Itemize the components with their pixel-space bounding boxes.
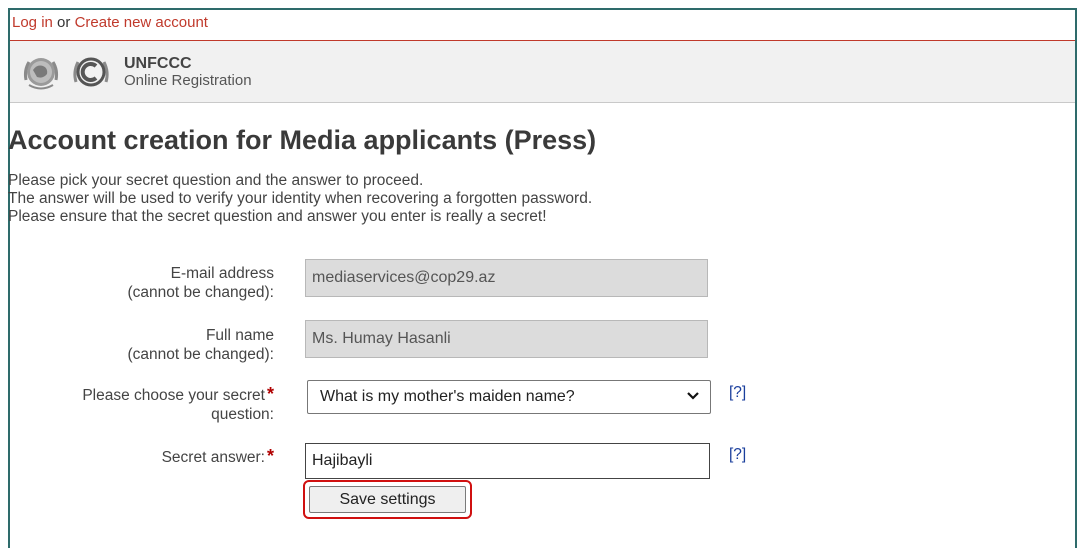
brand-header: UNFCCC Online Registration bbox=[10, 41, 1075, 103]
secret-question-value: What is my mother's maiden name? bbox=[320, 388, 575, 405]
email-label-line2: (cannot be changed): bbox=[127, 284, 275, 301]
question-help-link[interactable]: [?] bbox=[729, 384, 746, 402]
email-field[interactable]: mediaservices@cop29.az bbox=[305, 259, 708, 297]
chevron-down-icon bbox=[687, 392, 699, 400]
required-asterisk: * bbox=[266, 384, 274, 404]
fullname-field[interactable]: Ms. Humay Hasanli bbox=[305, 320, 708, 358]
intro-text: Please pick your secret question and the… bbox=[8, 172, 592, 226]
save-settings-button[interactable]: Save settings bbox=[309, 486, 466, 513]
fullname-label-line1: Full name bbox=[205, 327, 274, 344]
intro-line: Please ensure that the secret question a… bbox=[8, 208, 547, 225]
answer-label: Secret answer: * bbox=[162, 447, 274, 467]
create-account-link[interactable]: Create new account bbox=[75, 14, 208, 31]
question-label-line2: question: bbox=[211, 406, 274, 423]
intro-line: The answer will be used to verify your i… bbox=[8, 190, 593, 207]
secret-answer-input[interactable]: Hajibayli bbox=[305, 443, 710, 479]
brand-title: UNFCCC bbox=[124, 54, 192, 72]
fullname-label-line2: (cannot be changed): bbox=[127, 346, 275, 363]
fullname-label: Full name (cannot be changed): bbox=[128, 326, 275, 364]
required-asterisk: * bbox=[266, 446, 274, 466]
email-label-line1: E-mail address bbox=[170, 265, 274, 282]
email-label: E-mail address (cannot be changed): bbox=[128, 264, 275, 302]
copyright-c-icon bbox=[70, 51, 112, 93]
login-link[interactable]: Log in bbox=[12, 14, 53, 31]
or-text: or bbox=[52, 14, 75, 31]
un-emblem-icon bbox=[20, 51, 62, 93]
intro-line: Please pick your secret question and the… bbox=[8, 172, 424, 189]
answer-label-text: Secret answer: bbox=[161, 449, 265, 466]
answer-help-link[interactable]: [?] bbox=[729, 446, 746, 464]
save-button-highlight: Save settings bbox=[303, 480, 472, 519]
page-title: Account creation for Media applicants (P… bbox=[8, 125, 597, 155]
question-label-line1: Please choose your secret bbox=[82, 387, 265, 404]
top-bar: Log in or Create new account bbox=[10, 10, 1075, 41]
brand-subtitle: Online Registration bbox=[124, 71, 252, 89]
question-label: Please choose your secret * question: bbox=[82, 385, 274, 424]
secret-question-select[interactable]: What is my mother's maiden name? bbox=[307, 380, 711, 414]
brand-text: UNFCCC Online Registration bbox=[124, 55, 252, 89]
